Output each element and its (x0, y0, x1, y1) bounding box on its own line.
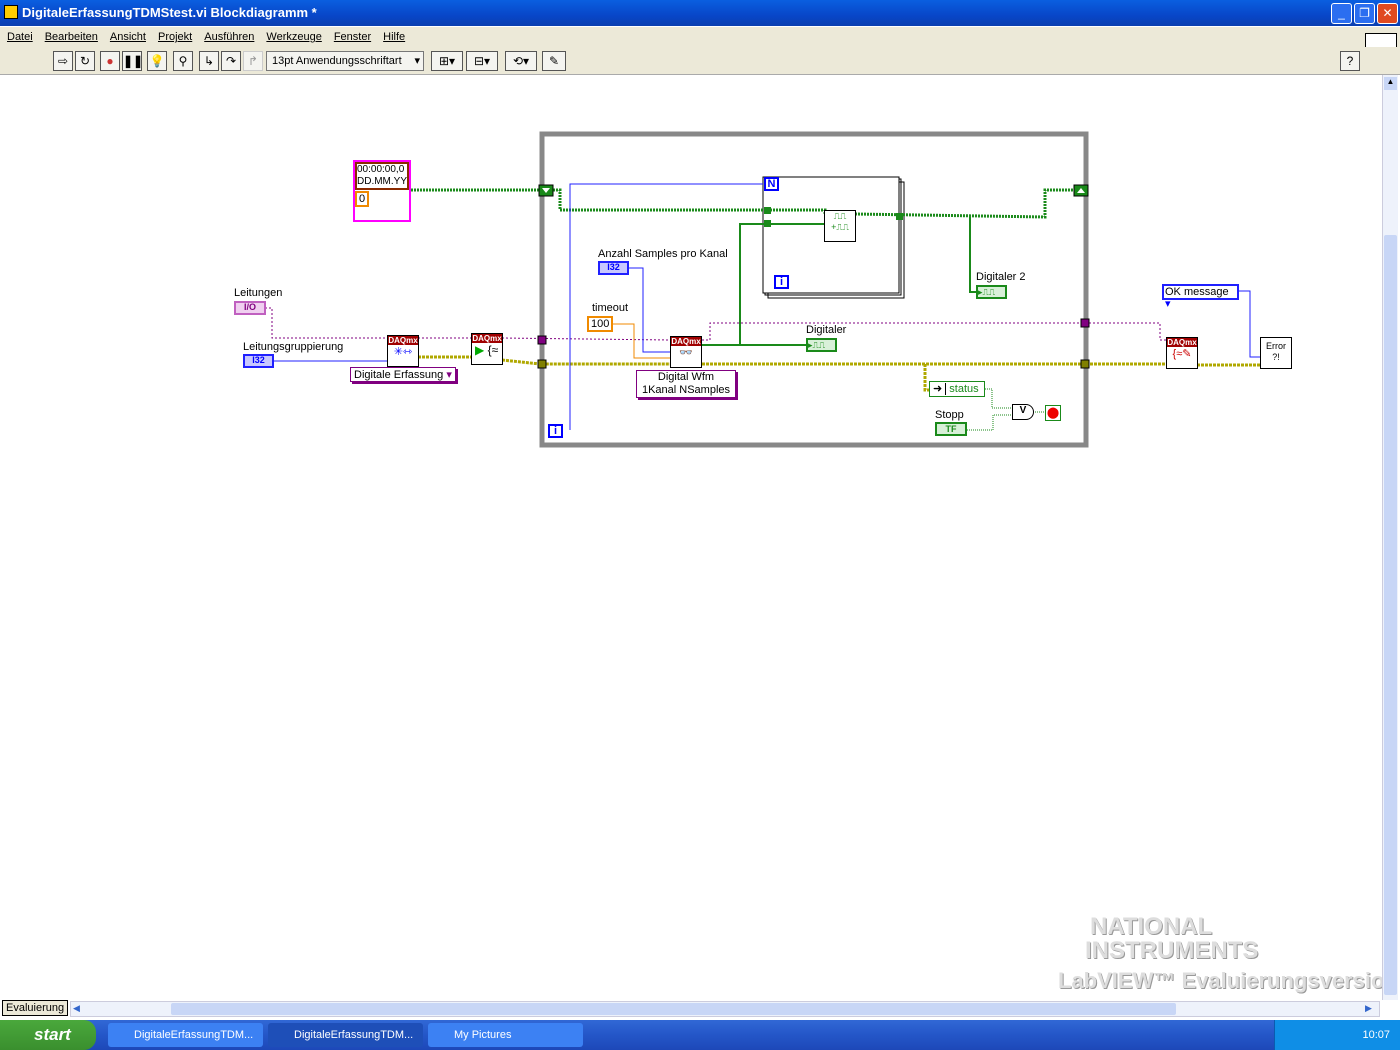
taskbar: start DigitaleErfassungTDM... DigitaleEr… (0, 1020, 1400, 1050)
read-mode-ring[interactable]: Digital Wfm 1Kanal NSamples (636, 370, 736, 398)
digitaler2-label: Digitaler 2 (976, 271, 1026, 283)
taskbar-item-2[interactable]: DigitaleErfassungTDM... (268, 1023, 423, 1047)
task-tunnel-in (537, 335, 547, 345)
for-loop-iteration-terminal: i (774, 275, 789, 289)
timeout-constant[interactable]: 100 (587, 316, 614, 332)
taskbar-item-3[interactable]: My Pictures (428, 1023, 583, 1047)
system-tray: 10:07 (1274, 1020, 1400, 1050)
for-loop-count-terminal: N (764, 177, 779, 191)
timeout-wire (611, 323, 670, 359)
scroll-right-icon[interactable]: ▶ (1365, 1003, 1377, 1015)
ok-message-ring[interactable]: OK message ▾ (1162, 284, 1239, 310)
loop-stop-condition-icon: ⬤ (1045, 405, 1061, 421)
status-label: status (949, 383, 979, 395)
for-tunnel-1 (764, 207, 771, 214)
samples-control[interactable]: I32 (598, 261, 629, 275)
daqmx-clear-task-vi[interactable]: DAQmx {≈✎ (1166, 337, 1198, 369)
simple-error-handler-vi[interactable]: Error?! (1260, 337, 1292, 369)
scroll-up-icon[interactable]: ▲ (1384, 77, 1397, 90)
read-mode-line1: Digital Wfm (657, 371, 715, 383)
daqmx-create-channel-vi[interactable]: DAQmx ✳⇿ (387, 335, 419, 367)
stopp-button-control[interactable]: TF (935, 422, 967, 436)
array-index[interactable]: 0 (355, 191, 370, 207)
read-mode-line2: 1Kanal NSamples (641, 384, 731, 396)
vertical-scrollbar[interactable]: ▲ (1382, 75, 1398, 1000)
horizontal-scrollbar[interactable]: ◀ ▶ (70, 1001, 1380, 1017)
timestamp-array-constant[interactable]: 00:00:00,0 DD.MM.YY 0 (353, 160, 411, 222)
timestamp-date: DD.MM.YY (357, 176, 407, 187)
horizontal-scroll-thumb[interactable] (171, 1003, 1176, 1015)
clock: 10:07 (1362, 1029, 1390, 1041)
task-type-ring[interactable]: Digitale Erfassung ▾ (350, 367, 456, 382)
digitaler-label: Digitaler (806, 324, 847, 336)
stopp-label: Stopp (935, 409, 964, 421)
error-handler-label: Error (1266, 341, 1286, 351)
vertical-scroll-thumb[interactable] (1384, 235, 1397, 995)
evaluation-label: Evaluierung (2, 1000, 68, 1016)
ni-watermark: NATIONAL INSTRUMENTS LabVIEW™ Evaluierun… (1030, 915, 1398, 993)
wires (265, 131, 1260, 448)
taskbar-item-1[interactable]: DigitaleErfassungTDM... (108, 1023, 263, 1047)
build-waveform-node[interactable]: ⎍⎍ +⎍⎍ (824, 210, 856, 242)
timeout-label: timeout (592, 302, 629, 314)
digitaler-indicator[interactable]: ▸⎍⎍ (806, 338, 837, 352)
or-function[interactable]: V (1012, 404, 1034, 420)
daqmx-header: DAQmx (472, 334, 502, 343)
daqmx-header: DAQmx (1167, 338, 1197, 347)
timestamp-wire (411, 188, 1075, 219)
ok-message-value: OK message (1165, 286, 1229, 298)
task-label: My Pictures (454, 1029, 512, 1041)
gruppierung-control[interactable]: I32 (243, 354, 274, 368)
while-loop-iteration-terminal: i (548, 424, 563, 438)
daqmx-start-task-vi[interactable]: DAQmx ▶ {≈ (471, 333, 503, 365)
digitaler2-indicator[interactable]: ▸⎍⎍ (976, 285, 1007, 299)
leitungen-label: Leitungen (234, 287, 283, 299)
task-type-value: Digitale Erfassung (354, 369, 444, 381)
watermark-line3: LabVIEW™ Evaluierungsversion (1058, 968, 1398, 993)
leitungen-control[interactable]: I/O (234, 301, 266, 315)
start-label: start (34, 1025, 71, 1044)
samples-label: Anzahl Samples pro Kanal (598, 248, 728, 260)
daqmx-header: DAQmx (671, 337, 701, 346)
for-tunnel-2 (764, 220, 771, 227)
daqmx-read-vi[interactable]: DAQmx 👓 (670, 336, 702, 368)
error-tunnel-in (537, 359, 547, 369)
for-tunnel-out (896, 213, 903, 220)
unbundle-status-node[interactable]: ➜ status (929, 381, 985, 397)
daqmx-header: DAQmx (388, 336, 418, 345)
timestamp-time: 00:00:00,0 (357, 164, 405, 175)
error-tunnel-out (1080, 359, 1090, 369)
scroll-left-icon[interactable]: ◀ (73, 1003, 85, 1015)
task-label: DigitaleErfassungTDM... (134, 1029, 254, 1041)
task-tunnel-out (1080, 318, 1090, 328)
start-button[interactable]: start (0, 1020, 96, 1050)
watermark-line1: NATIONAL (1090, 913, 1213, 940)
watermark-line2: INSTRUMENTS (1085, 937, 1259, 964)
task-label: DigitaleErfassungTDM... (294, 1029, 414, 1041)
gruppierung-label: Leitungsgruppierung (243, 341, 344, 353)
